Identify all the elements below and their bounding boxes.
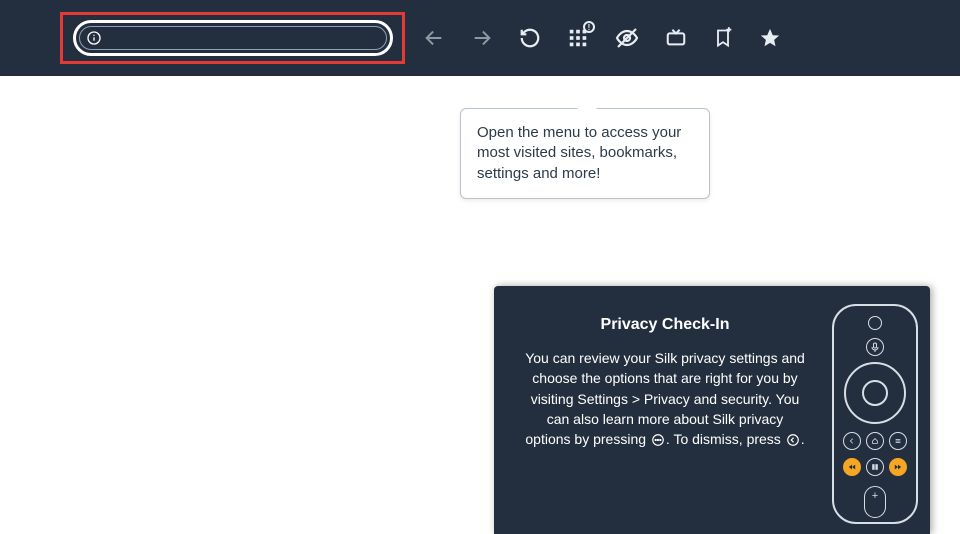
info-icon[interactable] [86, 30, 102, 46]
remote-volume-icon: + [864, 486, 886, 518]
privacy-body: You can review your Silk privacy setting… [524, 348, 806, 449]
remote-illustration-column: + [820, 286, 930, 534]
browser-toolbar: ! [0, 0, 960, 76]
remote-row-2 [834, 458, 916, 476]
remote-rewind-icon [843, 458, 861, 476]
remote-power-icon [868, 316, 882, 330]
menu-tooltip: Open the menu to access your most visite… [460, 108, 710, 199]
remote-home-icon [866, 432, 884, 450]
url-bar-highlight [60, 12, 405, 64]
reload-icon[interactable] [519, 27, 541, 49]
url-bar-inner-border [79, 26, 387, 50]
menu-tooltip-text: Open the menu to access your most visite… [477, 124, 681, 182]
tv-icon[interactable] [665, 27, 687, 49]
privacy-title: Privacy Check-In [524, 316, 806, 334]
toolbar-icon-row: ! [423, 26, 781, 50]
remote-forward-icon [889, 458, 907, 476]
apps-grid-icon[interactable]: ! [567, 27, 589, 49]
remote-mic-icon [866, 338, 884, 356]
menu-alert-badge: ! [583, 21, 595, 33]
back-glyph-icon [786, 433, 800, 447]
star-icon[interactable] [759, 27, 781, 49]
remote-dpad-icon [844, 362, 906, 424]
remote-playpause-icon [866, 458, 884, 476]
remote-menu-icon [889, 432, 907, 450]
forward-arrow-icon[interactable] [471, 27, 493, 49]
privacy-body-post: . [801, 431, 805, 447]
privacy-checkin-card: Privacy Check-In You can review your Sil… [494, 286, 930, 534]
remote-back-icon [843, 432, 861, 450]
privacy-body-mid: . To dismiss, press [666, 431, 785, 447]
bookmark-add-icon[interactable] [713, 27, 733, 49]
remote-row-1 [834, 432, 916, 450]
remote-illustration: + [832, 304, 918, 524]
eye-off-icon[interactable] [615, 26, 639, 50]
back-arrow-icon[interactable] [423, 27, 445, 49]
menu-glyph-icon [651, 433, 665, 447]
privacy-text-block: Privacy Check-In You can review your Sil… [494, 286, 820, 534]
url-bar[interactable] [73, 20, 393, 56]
